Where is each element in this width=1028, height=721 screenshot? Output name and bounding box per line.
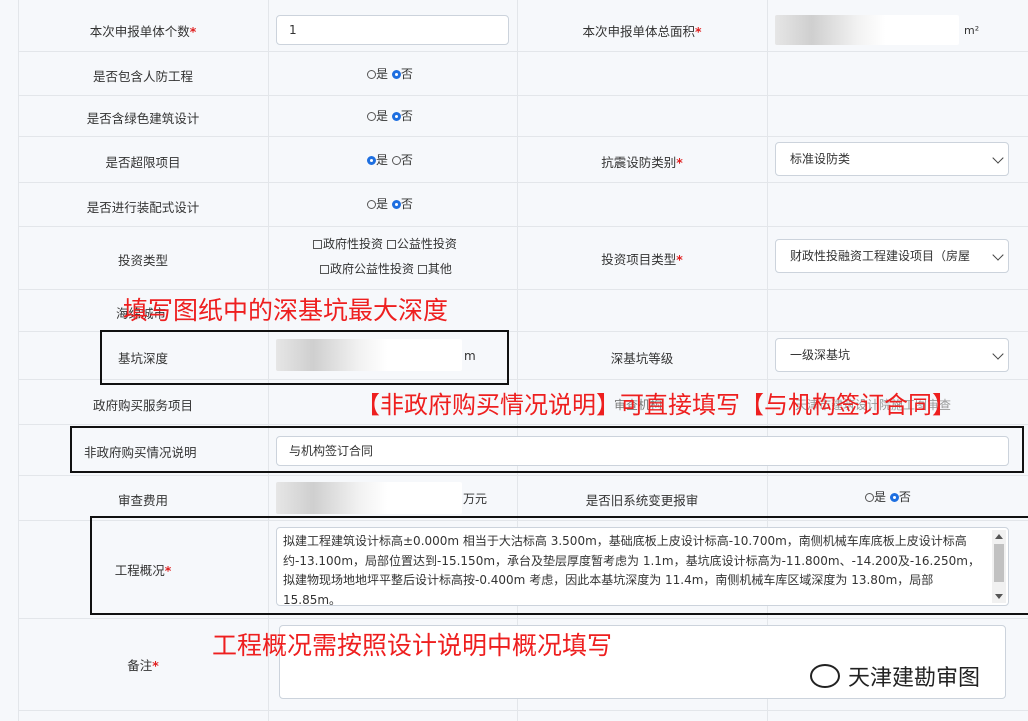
pit-depth-highlight-box <box>100 330 509 385</box>
old-system-label: 是否旧系统变更报审 <box>585 493 699 508</box>
chevron-down-icon <box>992 152 1004 164</box>
radio-yes[interactable] <box>865 493 874 502</box>
checkbox[interactable] <box>320 265 329 274</box>
pit-grade-select[interactable]: 一级深基坑 <box>775 338 1009 372</box>
checkbox[interactable] <box>417 265 427 274</box>
prefab-label: 是否进行装配式设计 <box>86 200 200 215</box>
watermark: 天津建勘审图 <box>810 660 980 692</box>
checkbox[interactable] <box>386 240 396 249</box>
green-design-radio-group[interactable]: 是 否 <box>367 107 413 124</box>
radio-no[interactable] <box>391 112 401 121</box>
wechat-icon <box>810 664 840 688</box>
unit-count-label: 本次申报单体个数* <box>89 24 197 39</box>
radio-yes[interactable] <box>367 70 376 79</box>
project-type-select[interactable]: 财政性投融资工程建设项目（房屋 <box>775 239 1009 273</box>
over-limit-label: 是否超限项目 <box>105 155 181 170</box>
pit-grade-label: 深基坑等级 <box>610 351 674 366</box>
seismic-label: 抗震设防类别* <box>601 155 683 170</box>
radio-no[interactable] <box>889 493 899 502</box>
radio-yes[interactable] <box>367 200 376 209</box>
old-system-radio-group[interactable]: 是 否 <box>865 488 911 505</box>
redacted-value <box>276 482 462 514</box>
gov-purchase-label: 政府购买服务项目 <box>92 398 193 413</box>
civil-defense-label: 是否包含人防工程 <box>92 69 193 84</box>
unit-count-input[interactable]: 1 <box>276 15 509 45</box>
overview-annotation: 工程概况需按照设计说明中概况填写 <box>212 631 613 660</box>
non-gov-annotation: 【非政府购买情况说明】可直接填写【与机构签订合同】 <box>356 391 956 419</box>
overview-highlight-box <box>90 516 1028 615</box>
area-unit: m² <box>964 24 980 37</box>
civil-defense-radio-group[interactable]: 是 否 <box>367 65 413 82</box>
seismic-select[interactable]: 标准设防类 <box>775 142 1009 176</box>
fee-label: 审查费用 <box>117 493 168 508</box>
investment-checkbox-row: 政府公益性投资 其他 <box>320 260 452 277</box>
project-type-label: 投资项目类型* <box>601 252 683 267</box>
total-area-label: 本次申报单体总面积* <box>582 24 702 39</box>
radio-yes[interactable] <box>367 156 376 165</box>
chevron-down-icon <box>992 249 1004 261</box>
fee-unit: 万元 <box>463 492 488 506</box>
pit-depth-annotation: 填写图纸中的深基坑最大深度 <box>123 296 449 325</box>
investment-checkbox-row: 政府性投资 公益性投资 <box>313 235 457 252</box>
non-gov-highlight-box <box>70 426 1024 473</box>
investment-type-label: 投资类型 <box>117 253 168 268</box>
radio-no[interactable] <box>391 200 401 209</box>
radio-no[interactable] <box>391 70 401 79</box>
prefab-radio-group[interactable]: 是 否 <box>367 195 413 212</box>
radio-yes[interactable] <box>367 112 376 121</box>
green-design-label: 是否含绿色建筑设计 <box>86 111 200 126</box>
chevron-down-icon <box>992 348 1004 360</box>
over-limit-radio-group[interactable]: 是 否 <box>367 151 413 168</box>
radio-no[interactable] <box>391 156 401 165</box>
redacted-value <box>775 15 959 45</box>
checkbox[interactable] <box>313 240 322 249</box>
